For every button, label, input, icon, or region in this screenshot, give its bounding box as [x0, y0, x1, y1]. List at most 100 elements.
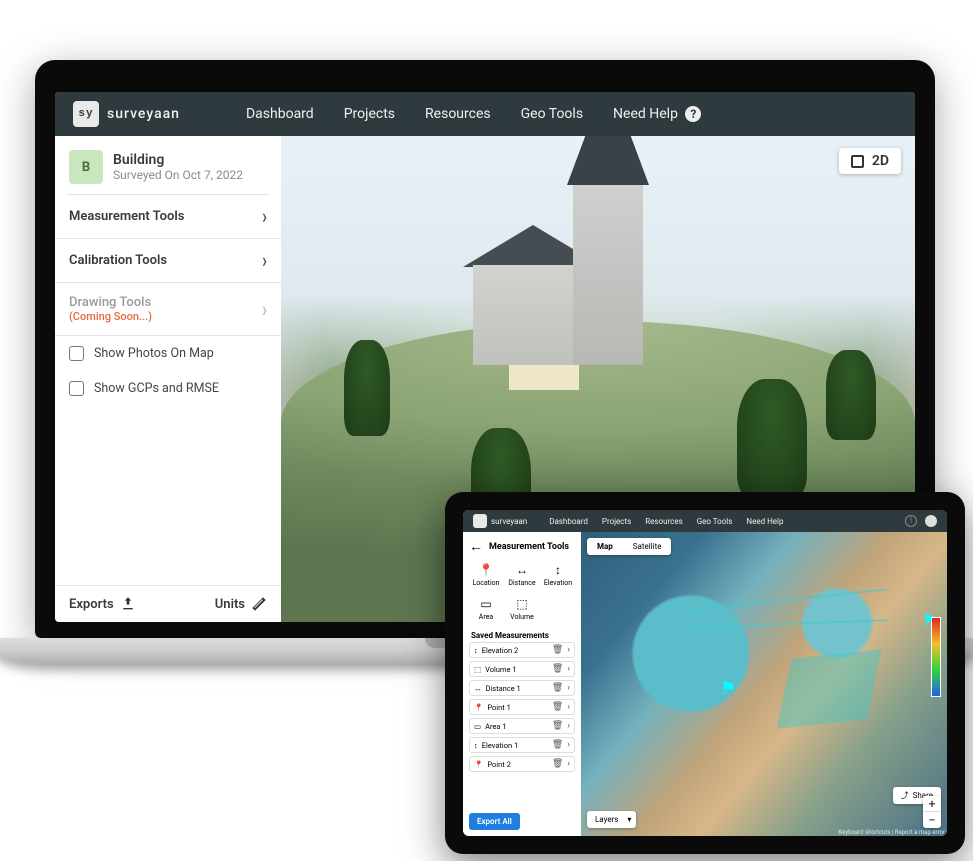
export-icon: [120, 596, 136, 612]
tool-distance[interactable]: ↔ Distance: [505, 559, 539, 591]
zoom-out-button[interactable]: −: [923, 812, 941, 828]
share-icon: ⤴: [901, 790, 909, 801]
saved-list: ↕Elevation 2🗑›⬚Volume 1🗑›↔Distance 1🗑›📍P…: [469, 642, 575, 775]
tree-icon: [344, 340, 390, 436]
tree-icon: [826, 350, 876, 440]
exports-label: Exports: [69, 597, 114, 612]
nav-geotools[interactable]: Geo Tools: [521, 106, 583, 122]
tool-elevation-label: Elevation: [544, 579, 572, 587]
measure-type-icon: ▭: [474, 722, 481, 731]
tool-measurement-label: Measurement Tools: [69, 209, 184, 224]
project-block[interactable]: B Building Surveyed On Oct 7, 2022: [55, 136, 281, 194]
layers-dropdown[interactable]: Layers: [587, 811, 636, 828]
brand-text: surveyaan: [107, 106, 180, 122]
saved-measurement-row[interactable]: ↕Elevation 2🗑›: [469, 642, 575, 658]
building-main: [573, 185, 643, 365]
tnav-help[interactable]: Need Help: [746, 517, 783, 526]
tool-measurement[interactable]: Measurement Tools ›: [55, 195, 281, 239]
nav-projects[interactable]: Projects: [344, 106, 395, 122]
trash-icon[interactable]: 🗑: [552, 759, 563, 769]
zoom-control: + −: [923, 796, 941, 828]
topnav: Dashboard Projects Resources Geo Tools N…: [246, 106, 701, 122]
tablet-sidebar: ← Measurement Tools 📍 Location ↔ Distanc…: [463, 532, 581, 836]
elevation-gradient-legend: [931, 617, 941, 697]
checkbox-icon[interactable]: [69, 381, 84, 396]
export-all-button[interactable]: Export All: [469, 813, 520, 830]
nav-dashboard[interactable]: Dashboard: [246, 106, 314, 122]
tool-calibration-label: Calibration Tools: [69, 253, 167, 268]
trash-icon[interactable]: 🗑: [552, 721, 563, 731]
tool-elevation[interactable]: ↕ Elevation: [541, 559, 575, 591]
ruler-icon: [251, 596, 267, 612]
distance-icon: ↔: [515, 563, 529, 577]
nav-help[interactable]: Need Help ?: [613, 106, 701, 122]
tower: [573, 185, 643, 365]
map-tab-map[interactable]: Map: [587, 538, 623, 555]
tablet-side-title: Measurement Tools: [489, 542, 569, 552]
map-viewport[interactable]: ⚑ ⚑ Map Satellite Layers ⤴ Share + − Key…: [581, 532, 947, 836]
saved-measurement-row[interactable]: ▭Area 1🗑›: [469, 718, 575, 734]
trash-icon[interactable]: 🗑: [552, 664, 563, 674]
view-toggle-2d[interactable]: 2D: [839, 148, 901, 174]
tnav-dashboard[interactable]: Dashboard: [549, 517, 588, 526]
trash-icon[interactable]: 🗑: [552, 645, 563, 655]
saved-measurement-row[interactable]: ⬚Volume 1🗑›: [469, 661, 575, 677]
tool-drawing: Drawing Tools (Coming Soon...) ›: [55, 283, 281, 336]
map-measure-line: [676, 619, 888, 628]
zoom-in-button[interactable]: +: [923, 796, 941, 812]
tool-area[interactable]: ▭ Area: [469, 593, 503, 625]
tool-location[interactable]: 📍 Location: [469, 559, 503, 591]
measure-name: Point 2: [487, 760, 510, 769]
notifications-icon[interactable]: !: [905, 515, 917, 527]
measure-type-icon: ↕: [474, 741, 478, 750]
chevron-right-icon: ›: [567, 664, 570, 674]
tool-calibration[interactable]: Calibration Tools ›: [55, 239, 281, 283]
tool-volume[interactable]: ⬚ Volume: [505, 593, 539, 625]
measure-type-icon: 📍: [474, 703, 483, 712]
tool-location-label: Location: [472, 579, 499, 587]
tablet-body: ← Measurement Tools 📍 Location ↔ Distanc…: [463, 532, 947, 836]
coming-soon-label: (Coming Soon...): [69, 310, 152, 323]
tnav-projects[interactable]: Projects: [602, 517, 631, 526]
trash-icon[interactable]: 🗑: [552, 683, 563, 693]
measure-name: Elevation 2: [482, 646, 518, 655]
square-icon: [851, 155, 864, 168]
back-arrow-icon[interactable]: ←: [469, 538, 483, 555]
chevron-right-icon: ›: [262, 297, 267, 322]
exports-button[interactable]: Exports: [69, 596, 136, 612]
saved-measurements-label: Saved Measurements: [471, 631, 575, 640]
trash-icon[interactable]: 🗑: [552, 702, 563, 712]
tool-volume-label: Volume: [510, 613, 534, 621]
tool-distance-label: Distance: [508, 579, 535, 587]
units-button[interactable]: Units: [215, 596, 267, 612]
check-show-gcps[interactable]: Show GCPs and RMSE: [55, 371, 281, 406]
saved-measurement-row[interactable]: ↕Elevation 1🗑›: [469, 737, 575, 753]
tablet-right: !: [905, 515, 937, 527]
tnav-resources[interactable]: Resources: [645, 517, 682, 526]
saved-measurement-row[interactable]: 📍Point 2🗑›: [469, 756, 575, 772]
avatar[interactable]: [925, 515, 937, 527]
saved-measurement-row[interactable]: ↔Distance 1🗑›: [469, 680, 575, 696]
project-subtitle: Surveyed On Oct 7, 2022: [113, 168, 243, 182]
measure-name: Area 1: [485, 722, 507, 731]
chevron-right-icon: ›: [567, 740, 570, 750]
units-label: Units: [215, 597, 245, 612]
saved-measurement-row[interactable]: 📍Point 1🗑›: [469, 699, 575, 715]
chevron-right-icon: ›: [567, 759, 570, 769]
tablet-brand[interactable]: surveyaan: [473, 514, 527, 528]
flag-marker-icon[interactable]: ⚑: [720, 678, 734, 696]
measure-type-icon: ↕: [474, 646, 478, 655]
nav-resources[interactable]: Resources: [425, 106, 491, 122]
nav-help-label: Need Help: [613, 106, 678, 122]
project-title: Building: [113, 152, 243, 168]
brand[interactable]: sy surveyaan: [73, 101, 180, 127]
check-show-photos[interactable]: Show Photos On Map: [55, 336, 281, 371]
help-icon: ?: [685, 106, 701, 122]
checkbox-icon[interactable]: [69, 346, 84, 361]
check-show-gcps-label: Show GCPs and RMSE: [94, 381, 219, 396]
trash-icon[interactable]: 🗑: [552, 740, 563, 750]
tool-drawing-label: Drawing Tools: [69, 295, 151, 310]
tnav-geotools[interactable]: Geo Tools: [697, 517, 733, 526]
measure-name: Volume 1: [485, 665, 516, 674]
map-tab-satellite[interactable]: Satellite: [623, 538, 672, 555]
